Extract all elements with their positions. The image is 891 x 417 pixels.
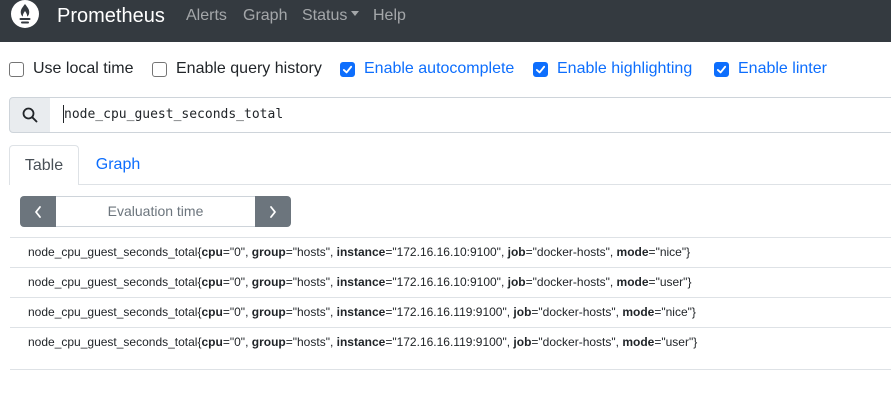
label-value: "hosts" xyxy=(292,275,330,289)
label-key: mode xyxy=(622,335,655,349)
label-value: "docker-hosts" xyxy=(532,245,610,259)
label-key: mode xyxy=(616,245,649,259)
evaluation-time-input[interactable]: Evaluation time xyxy=(56,196,255,227)
label-value: "hosts" xyxy=(292,335,330,349)
prometheus-flame-icon[interactable] xyxy=(10,0,40,29)
label-key: instance xyxy=(336,305,386,319)
label-key: job xyxy=(507,275,526,289)
metric-name: node_cpu_guest_seconds_total xyxy=(28,335,198,349)
metric-name: node_cpu_guest_seconds_total xyxy=(28,305,198,319)
tab-table[interactable]: Table xyxy=(9,145,79,185)
label-key: job xyxy=(513,305,532,319)
label-key: group xyxy=(251,335,286,349)
label-key: group xyxy=(251,245,286,259)
metric-name: node_cpu_guest_seconds_total xyxy=(28,245,198,259)
label-value: "0" xyxy=(229,335,246,349)
label-key: instance xyxy=(336,275,386,289)
tab-divider xyxy=(79,184,891,185)
table-row: node_cpu_guest_seconds_total{cpu="0", gr… xyxy=(10,267,891,297)
label-value: "0" xyxy=(229,305,246,319)
label-value: "nice" xyxy=(655,245,687,259)
option-enable-highlighting[interactable]: Enable highlighting xyxy=(533,60,692,78)
table-row: node_cpu_guest_seconds_total{cpu="0", gr… xyxy=(10,237,891,267)
label-key: instance xyxy=(336,245,386,259)
tab-graph[interactable]: Graph xyxy=(79,145,157,185)
label-value: "user" xyxy=(661,335,694,349)
table-row: node_cpu_guest_seconds_total{cpu="0", gr… xyxy=(10,297,891,327)
table-row: node_cpu_guest_seconds_total{cpu="0", gr… xyxy=(10,327,891,357)
check-icon xyxy=(342,65,353,73)
execute-search-button[interactable] xyxy=(9,97,51,133)
prev-time-button[interactable] xyxy=(20,196,56,227)
checkbox-enable-linter[interactable] xyxy=(714,61,729,77)
label-key: group xyxy=(251,275,286,289)
option-enable-linter[interactable]: Enable linter xyxy=(714,60,827,78)
chevron-left-icon xyxy=(35,205,41,218)
brand-title[interactable]: Prometheus xyxy=(57,4,165,28)
label-key: cpu xyxy=(201,305,223,319)
label-value: "0" xyxy=(229,275,246,289)
label-value: "172.16.16.10:9100" xyxy=(392,275,501,289)
label-key: group xyxy=(251,305,286,319)
label-value: "172.16.16.119:9100" xyxy=(392,305,507,319)
nav-graph[interactable]: Graph xyxy=(243,6,287,26)
label-key: job xyxy=(507,245,526,259)
option-enable-query-history[interactable]: Enable query history xyxy=(152,60,322,78)
check-icon xyxy=(535,65,546,73)
label-key: cpu xyxy=(201,275,223,289)
metric-name: node_cpu_guest_seconds_total xyxy=(28,275,198,289)
option-label: Enable highlighting xyxy=(557,60,693,77)
label-key: instance xyxy=(336,335,386,349)
check-icon xyxy=(716,65,727,73)
navbar: Prometheus Alerts Graph Status Help xyxy=(0,0,891,42)
checkbox-enable-highlighting[interactable] xyxy=(533,61,548,77)
label-value: "docker-hosts" xyxy=(538,305,616,319)
option-label: Enable autocomplete xyxy=(364,60,515,77)
nav-status-label: Status xyxy=(302,7,348,24)
checkbox-use-local-time[interactable] xyxy=(9,61,24,77)
label-key: mode xyxy=(616,275,649,289)
option-label: Enable linter xyxy=(738,60,827,77)
label-value: "docker-hosts" xyxy=(532,275,610,289)
caret-down-icon xyxy=(351,11,360,17)
label-value: "0" xyxy=(229,245,246,259)
label-value: "hosts" xyxy=(292,305,330,319)
option-enable-autocomplete[interactable]: Enable autocomplete xyxy=(340,60,514,78)
option-label: Enable query history xyxy=(176,60,322,77)
chevron-right-icon xyxy=(270,205,276,218)
label-value: "docker-hosts" xyxy=(538,335,616,349)
label-key: cpu xyxy=(201,245,223,259)
search-icon xyxy=(22,107,38,123)
table-bottom-border xyxy=(10,369,891,370)
next-time-button[interactable] xyxy=(255,196,291,227)
label-value: "172.16.16.119:9100" xyxy=(392,335,507,349)
label-value: "hosts" xyxy=(292,245,330,259)
label-key: cpu xyxy=(201,335,223,349)
label-value: "nice" xyxy=(661,305,692,319)
checkbox-enable-autocomplete[interactable] xyxy=(340,61,355,77)
nav-help[interactable]: Help xyxy=(373,6,406,26)
label-value: "user" xyxy=(655,275,688,289)
label-key: job xyxy=(513,335,532,349)
nav-alerts[interactable]: Alerts xyxy=(186,6,227,26)
checkbox-enable-query-history[interactable] xyxy=(152,61,167,77)
expression-input[interactable]: node_cpu_guest_seconds_total xyxy=(50,97,891,133)
label-key: mode xyxy=(622,305,655,319)
label-value: "172.16.16.10:9100" xyxy=(392,245,501,259)
results-table: node_cpu_guest_seconds_total{cpu="0", gr… xyxy=(10,237,891,357)
option-label: Use local time xyxy=(33,60,134,77)
nav-status[interactable]: Status xyxy=(302,6,360,26)
query-text: node_cpu_guest_seconds_total xyxy=(64,107,284,122)
option-use-local-time[interactable]: Use local time xyxy=(9,60,133,78)
